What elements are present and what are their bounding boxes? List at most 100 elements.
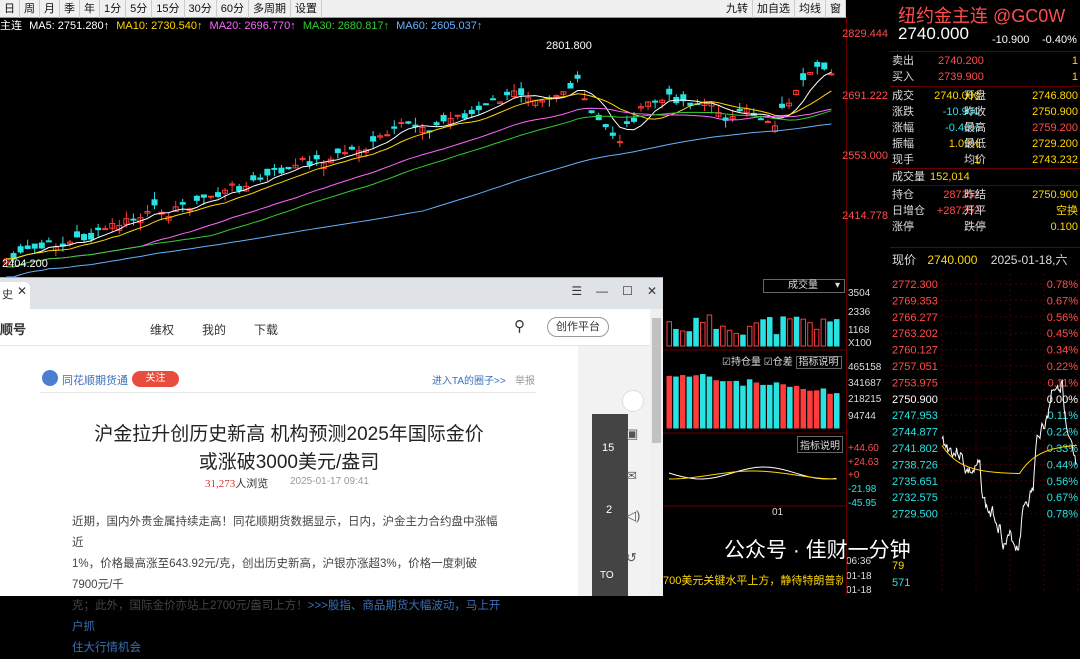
ask-row: 卖出 2740.200 1 [890, 53, 1080, 69]
open-account-link-2[interactable]: 住大行情机会 [72, 638, 502, 659]
source-avatar [42, 370, 58, 386]
quote-row: 成交 2740.000 开盘 2746.800 [890, 88, 1080, 104]
intraday-price-tick: 2763.202 [892, 328, 938, 340]
period-button[interactable]: 15分 [152, 0, 185, 18]
publish-date: 2025-01-17 09:41 [290, 476, 369, 487]
toolbar-button[interactable]: 九转 [722, 0, 753, 18]
nav-item[interactable]: 下载 [254, 321, 278, 338]
period-button[interactable]: 日 [0, 0, 20, 18]
kline-chart[interactable] [0, 34, 846, 277]
intraday-date: 2025-01-18,六 [990, 253, 1068, 267]
quote-cell: 2746.800 [1032, 90, 1078, 102]
history-icon[interactable]: ↺ [626, 550, 637, 566]
indicator-scale-tick: +24.63 [848, 457, 879, 468]
intraday-price-tick: 2753.975 [892, 377, 938, 389]
avatar[interactable] [622, 390, 644, 412]
nav-item[interactable]: 维权 [150, 321, 174, 338]
intraday-price-tick: 2747.953 [892, 410, 938, 422]
price-change: -10.900 [992, 34, 1030, 46]
nav-item[interactable]: 我的 [202, 321, 226, 338]
oi-checkbox[interactable]: ☑ [722, 357, 731, 368]
indicator-scale-tick: 1168 [848, 325, 870, 336]
intraday-price-tick: 2769.353 [892, 295, 938, 307]
period-button[interactable]: 1分 [100, 0, 127, 18]
indicator-help-button[interactable]: 指标说明 [795, 356, 842, 369]
speaker-icon[interactable]: ◁) [626, 508, 640, 524]
period-button[interactable]: 60分 [217, 0, 249, 18]
briefcase-icon[interactable]: ▣ [626, 426, 638, 442]
close-icon[interactable]: ✕ [647, 284, 657, 298]
intraday-pct-tick: 0.44% [1047, 459, 1078, 471]
intraday-price-tick: 2735.651 [892, 476, 938, 488]
toolbar-button[interactable]: 均线 [795, 0, 826, 18]
ma20-label: MA20: 2696.770↑ [209, 20, 296, 32]
floating-actions: 15 2 TO [592, 414, 628, 596]
tab-title: 史 [2, 289, 13, 301]
browser-window: 史 ✕ ☰ — ☐ ✕ 顺号 维权 我的 下载 ⚲ 创作平台 同花顺期货通 关注… [0, 277, 663, 654]
oi-checkbox-label: 持仓量 [730, 357, 761, 368]
follow-button[interactable]: 关注 [132, 371, 179, 387]
mail-icon[interactable]: ✉ [626, 468, 637, 484]
period-button[interactable]: 周 [20, 0, 40, 18]
toolbar-button[interactable]: 窗 [826, 0, 846, 18]
quote-cell: 最低 [964, 138, 986, 150]
divider [40, 392, 536, 393]
period-button[interactable]: 月 [40, 0, 60, 18]
high-annotation: 2801.800 [546, 40, 592, 52]
low-annotation: 2404.200 [2, 258, 48, 270]
indicator-scale-tick: -21.98 [848, 484, 877, 495]
toolbar-button[interactable]: 加自选 [753, 0, 795, 18]
toolbar-right: 九转 加自选 均线窗 [722, 0, 846, 18]
source-name[interactable]: 同花顺期货通 [62, 372, 128, 388]
minimize-icon[interactable]: — [596, 284, 608, 298]
action-sidebar: 15 2 TO ▣ ✉ ◁) ↺ [578, 346, 650, 596]
site-logo: 顺号 [0, 322, 27, 337]
to-top-button[interactable]: TO [600, 570, 614, 581]
intraday-price-tick: 2750.900 [892, 394, 938, 406]
creator-platform-button[interactable]: 创作平台 [547, 317, 609, 337]
like-count[interactable]: 15 [602, 442, 614, 454]
period-button[interactable]: 5分 [126, 0, 153, 18]
quote-row: 涨跌 -10.900 昨收 2750.900 [890, 104, 1080, 120]
period-button[interactable]: 30分 [185, 0, 217, 18]
news-ticker[interactable]: 700美元关键水平上方，静待特朗普就... [663, 572, 843, 588]
menu-icon[interactable]: ☰ [571, 284, 582, 298]
indicator-help-button-2[interactable]: 指标说明 [797, 436, 843, 453]
quote-cell: 成交 [892, 90, 914, 102]
views-number: 31,273 [205, 478, 236, 490]
period-button[interactable]: 季 [60, 0, 80, 18]
quote-cell: 0.100 [1050, 221, 1078, 233]
quote-row: 涨幅 -0.40% 最高 2759.200 [890, 120, 1080, 136]
headline-line1: 沪金拉升创历史新高 机构预测2025年国际金价 [94, 424, 484, 445]
report-link[interactable]: 举报 [515, 372, 535, 387]
indicator-scale-tick: +0 [848, 470, 860, 481]
maximize-icon[interactable]: ☐ [622, 284, 633, 298]
scrollbar-thumb[interactable] [652, 318, 661, 443]
enter-circle-link[interactable]: 进入TA的圈子>> [432, 372, 506, 387]
period-button[interactable]: 多周期 [249, 0, 291, 18]
quote-cell: 现手 [892, 154, 914, 166]
ma5-label: MA5: 2751.280↑ [29, 20, 110, 32]
quote-cell: 开盘 [964, 90, 986, 102]
period-button[interactable]: 设置 [291, 0, 322, 18]
oi-diff-checkbox[interactable]: ☑ [764, 357, 773, 368]
intraday-pct-tick: 0.78% [1047, 279, 1078, 291]
ma30-label: MA30: 2680.817↑ [302, 20, 390, 32]
indicator-scale-tick: 94744 [848, 411, 876, 422]
ma60-label: MA60: 2605.037↑ [396, 20, 483, 32]
period-button[interactable]: 年 [80, 0, 100, 18]
intraday-price-tick: 2741.802 [892, 443, 938, 455]
quote-row: 日增仓 +287252 开平 空换 [890, 203, 1080, 219]
comment-count[interactable]: 2 [606, 504, 612, 516]
intraday-price-tick: 2766.277 [892, 312, 938, 324]
close-tab-icon[interactable]: ✕ [17, 284, 27, 298]
indicator-dropdown[interactable]: 成交量 ▾ [763, 279, 845, 293]
intraday-pct-tick: 0.45% [1047, 328, 1078, 340]
search-icon[interactable]: ⚲ [514, 317, 525, 335]
article-paragraph: 近期，国内外贵金属持续走高！同花顺期货数据显示，日内，沪金主力合约盘中涨幅近 1… [72, 512, 502, 659]
intraday-chart[interactable]: 2772.300 0.78% 2769.353 0.67% 2766.277 0.56% 2… [890, 274, 1080, 595]
quote-cell: 涨幅 [892, 122, 914, 134]
quote-cell: 最高 [964, 122, 986, 134]
ask-label: 卖出 [892, 55, 914, 67]
quote-cell: 昨收 [964, 106, 986, 118]
